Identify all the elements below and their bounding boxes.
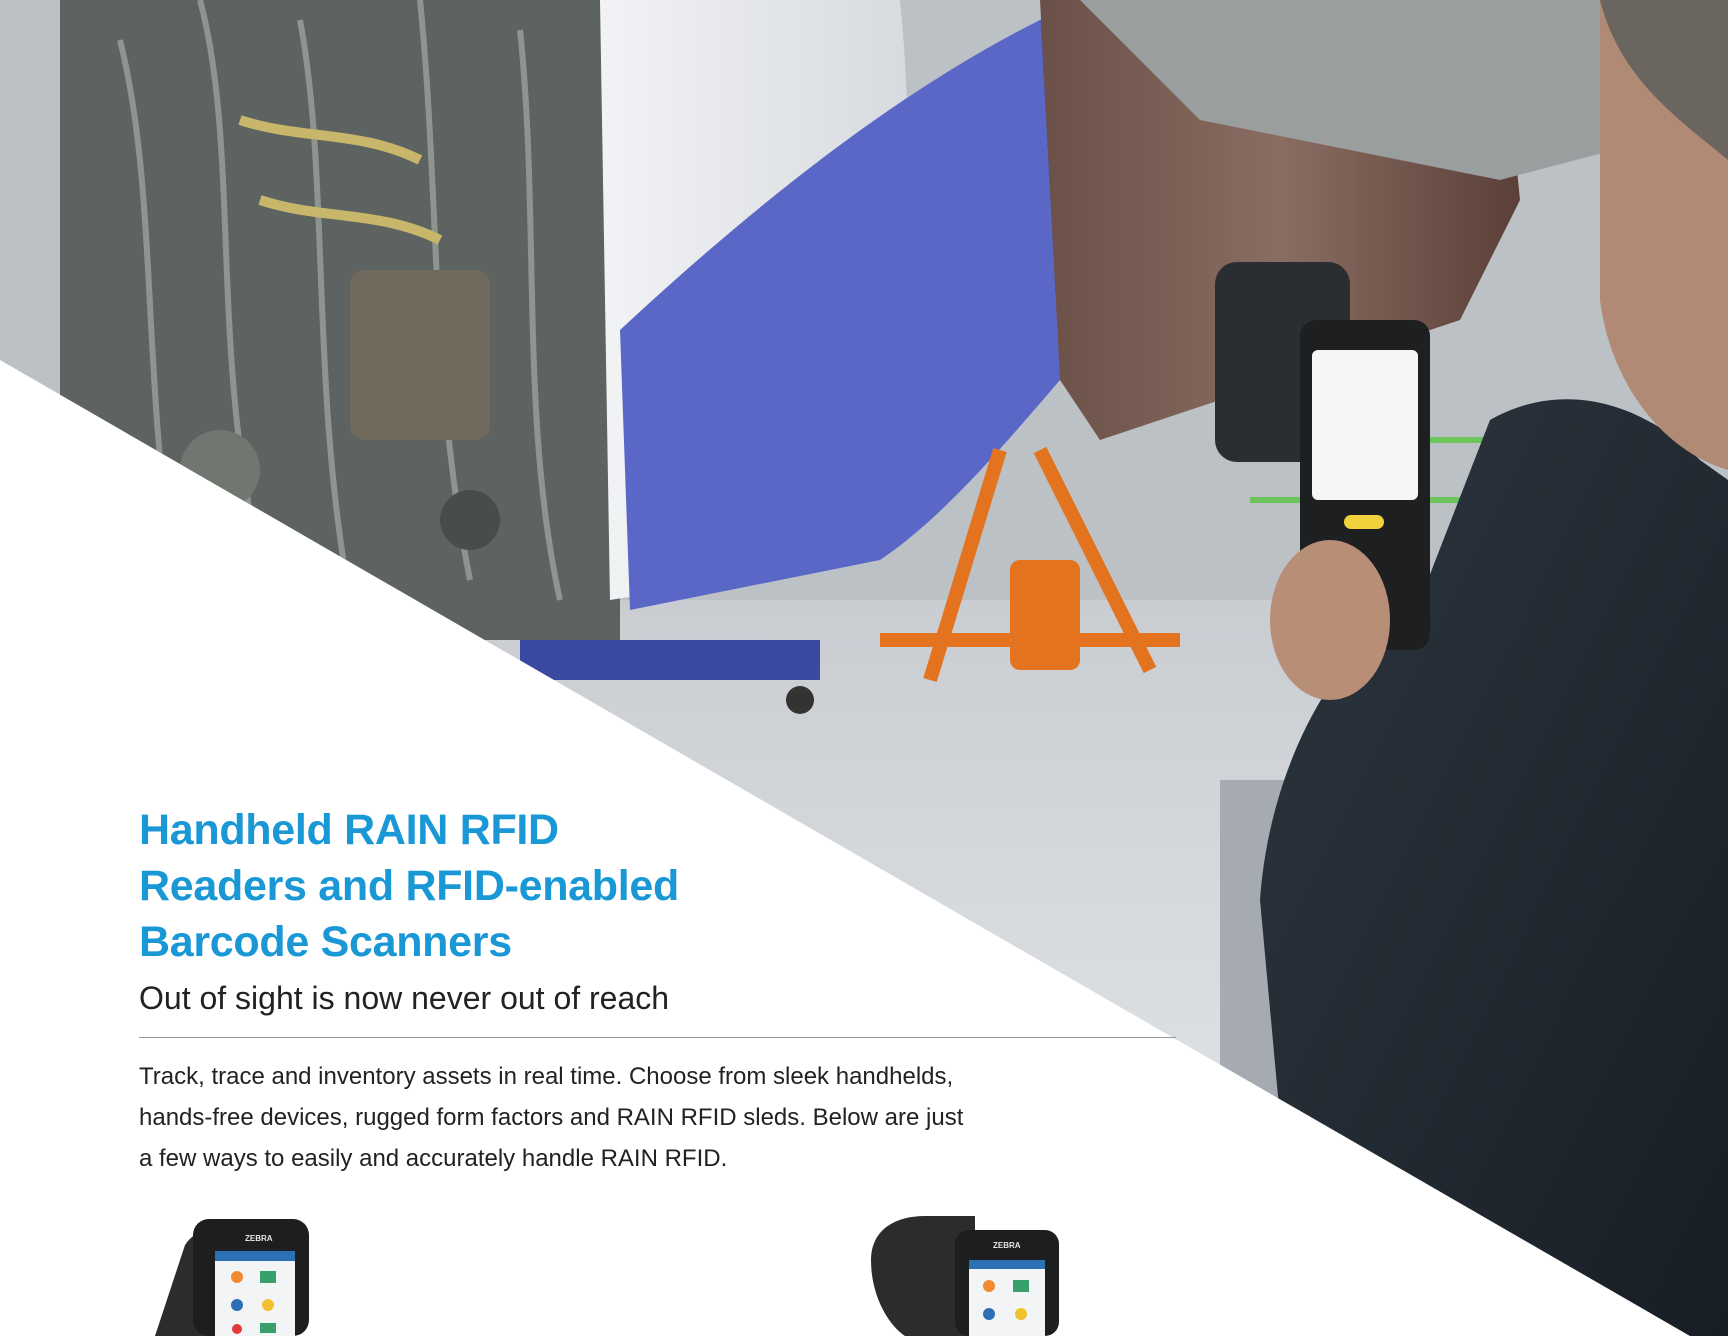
intro-line-1: Track, trace and inventory assets in rea…	[139, 1063, 954, 1090]
title-line-1: Handheld RAIN RFID	[139, 806, 559, 854]
page-subtitle: Out of sight is now never out of reach	[139, 980, 670, 1016]
title-line-3: Barcode Scanners	[139, 918, 512, 966]
intro-line-3: a few ways to easily and accurately hand…	[139, 1145, 728, 1172]
title-line-2: Readers and RFID-enabled	[139, 862, 679, 910]
intro-paragraph: Track, trace and inventory assets in rea…	[139, 1056, 963, 1179]
rfid-reader-image-2: ZEBRA	[871, 1216, 1059, 1336]
page-title: Handheld RAIN RFID Readers and RFID-enab…	[139, 802, 679, 970]
rfid-reader-image-1: ZEBRA	[155, 1219, 309, 1336]
device-2-brand: ZEBRA	[993, 1241, 1021, 1250]
divider	[139, 1037, 1176, 1038]
intro-line-2: hands-free devices, rugged form factors …	[139, 1104, 964, 1131]
device-1-brand: ZEBRA	[245, 1234, 273, 1243]
